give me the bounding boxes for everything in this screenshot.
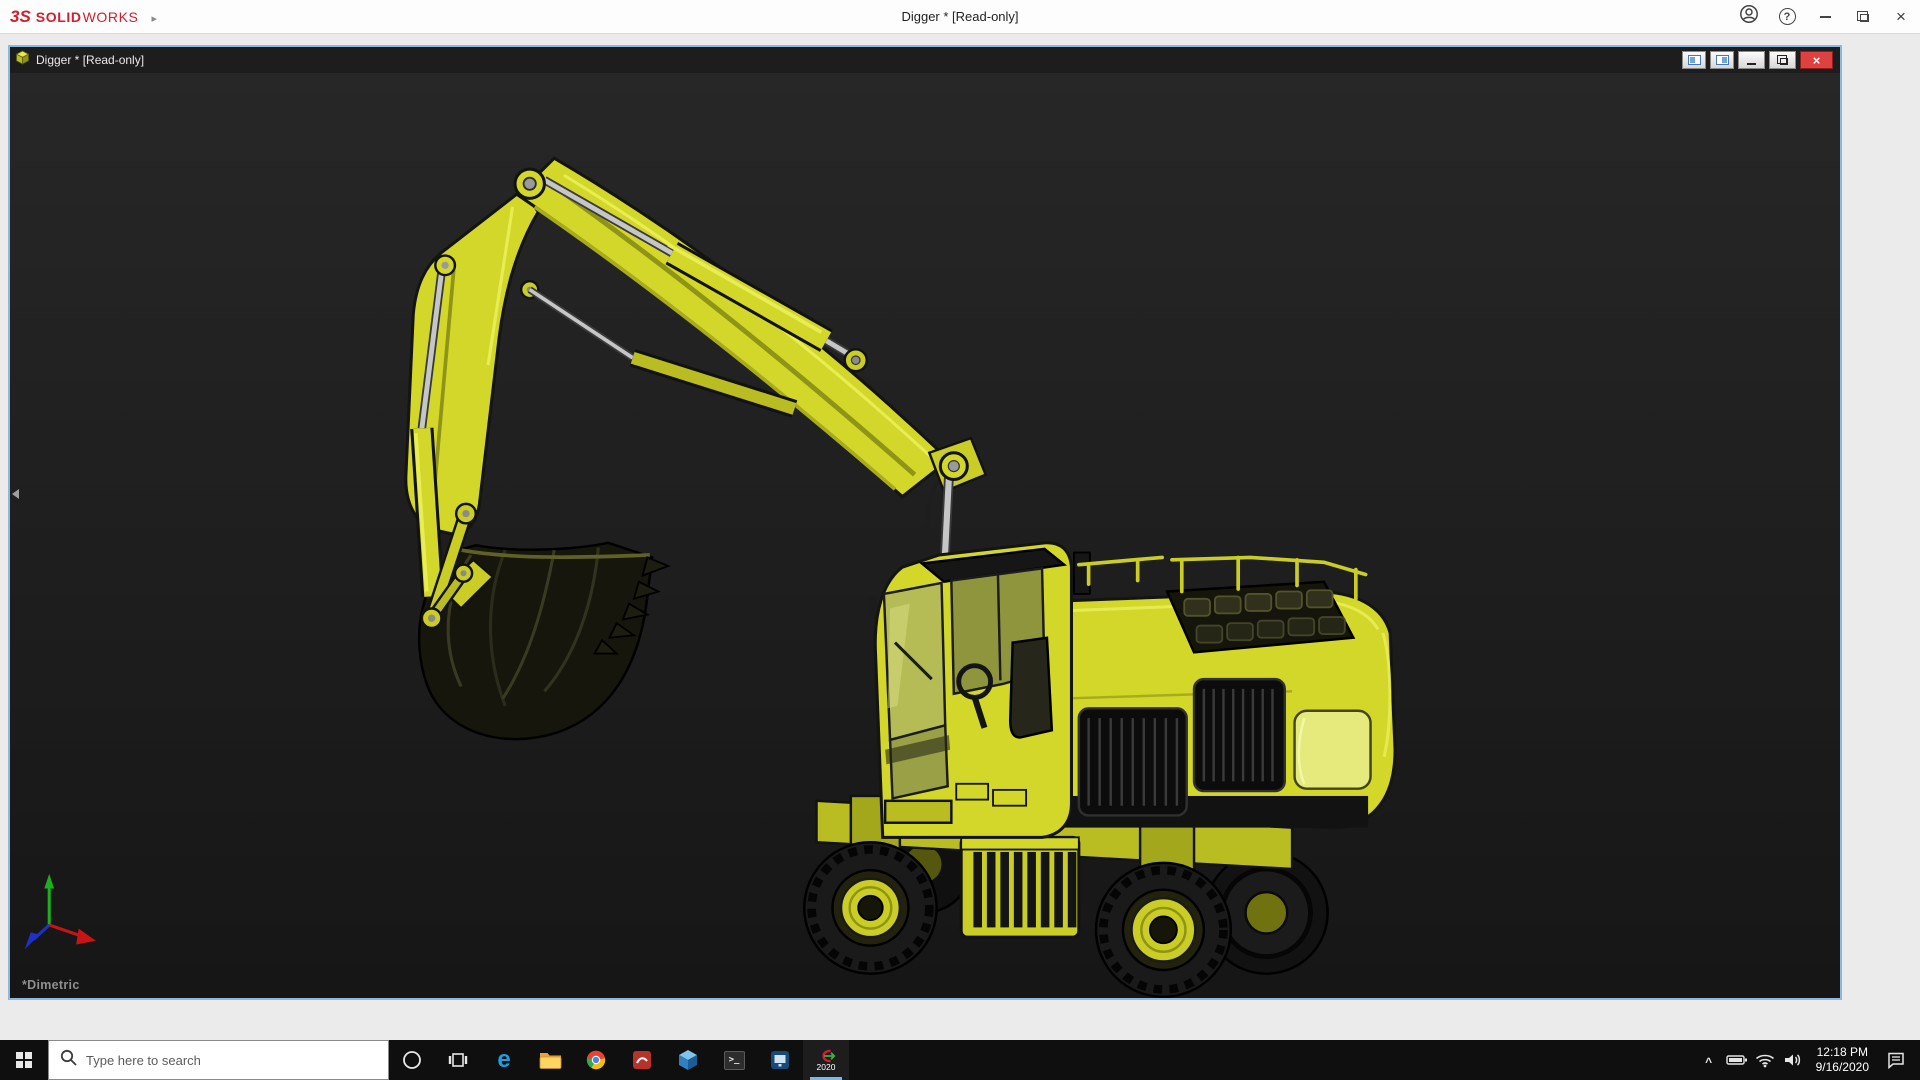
tile-window-left-button[interactable] [1682,51,1706,69]
3d-scene[interactable] [10,73,1840,998]
taskbar-app-solidworks-2020[interactable]: 2020 [803,1040,849,1080]
taskbar-app-cube[interactable] [665,1040,711,1080]
restore-icon [1860,14,1869,22]
tray-expand-button[interactable]: ^ [1695,1040,1723,1080]
user-account-icon [1739,4,1759,29]
stick-top-pin [441,262,448,269]
clock-date: 9/16/2020 [1816,1060,1869,1075]
clock-time: 12:18 PM [1816,1045,1869,1060]
cortana-icon [402,1050,422,1070]
action-center-button[interactable] [1878,1040,1914,1080]
taskbar-app-blue[interactable] [757,1040,803,1080]
chevron-up-icon: ^ [1705,1055,1712,1069]
taskbar-app-terminal[interactable]: >_ [711,1040,757,1080]
task-view-icon [448,1052,468,1068]
document-restore-button[interactable] [1769,51,1796,69]
taskbar-app-file-explorer[interactable] [527,1040,573,1080]
battery-status[interactable] [1723,1040,1751,1080]
document-close-button[interactable]: × [1800,51,1833,69]
blue-app-icon [769,1049,791,1071]
solidworks-2020-icon: 2020 [816,1049,836,1072]
side-grille-right [1194,679,1285,791]
minimize-icon [1747,63,1756,65]
solidworks-logo: 3S SOLID WORKS ▸ [0,7,157,27]
app-titlebar: 3S SOLID WORKS ▸ Digger * [Read-only] ? … [0,0,1920,34]
help-icon: ? [1779,8,1796,25]
search-input[interactable] [86,1053,377,1068]
cab [868,543,1071,838]
taskbar-app-chrome[interactable] [573,1040,619,1080]
help-button[interactable]: ? [1768,0,1806,33]
app-restore-button[interactable] [1844,0,1882,33]
assembly-document-icon [15,50,30,70]
tile-right-icon [1716,55,1729,65]
document-title: Digger * [Read-only] [36,53,144,67]
app-minimize-button[interactable] [1806,0,1844,33]
document-window-controls: × [1682,51,1835,69]
app-title: Digger * [Read-only] [0,9,1920,24]
windows-taskbar: e >_ 2020 [0,1040,1920,1080]
document-minimize-button[interactable] [1738,51,1765,69]
rear-panel [1295,711,1371,789]
windows-logo-icon [16,1052,32,1068]
file-explorer-icon [538,1049,562,1071]
volume-status[interactable] [1779,1040,1807,1080]
app-client-area: Digger * [Read-only] × [0,34,1920,1040]
featuremanager-expand-arrow-icon[interactable] [12,489,19,499]
app-close-button[interactable]: × [1882,0,1920,33]
cube-icon [677,1048,699,1072]
taskbar-search[interactable] [48,1040,389,1080]
tile-window-right-button[interactable] [1710,51,1734,69]
terminal-icon: >_ [724,1051,745,1070]
brand-solid: SOLID [36,9,82,25]
account-button[interactable] [1730,0,1768,33]
menu-flyout-arrow-icon[interactable]: ▸ [151,12,157,25]
restore-icon [1780,58,1788,65]
rear-near-wheel [1096,863,1231,997]
front-near-wheel [804,842,936,973]
boom-apex-pin [524,178,536,190]
view-orientation-label: *Dimetric [22,978,80,992]
document-window: Digger * [Read-only] × [8,45,1842,1000]
taskbar-app-red[interactable] [619,1040,665,1080]
taskbar-app-edge[interactable]: e [481,1040,527,1080]
minimize-icon [1820,16,1831,18]
start-button[interactable] [0,1040,48,1080]
network-status[interactable] [1751,1040,1779,1080]
chrome-icon [585,1049,607,1071]
red-app-icon [631,1049,653,1071]
task-view-button[interactable] [435,1040,481,1080]
brand-works: WORKS [83,9,139,25]
solidworks-app-window: 3S SOLID WORKS ▸ Digger * [Read-only] ? … [0,0,1920,1080]
close-icon: × [1896,8,1906,25]
3ds-logo-mark: 3S [10,7,31,27]
app-window-controls: ? × [1730,0,1920,33]
seat [1010,638,1052,738]
speaker-icon [1783,1052,1803,1068]
cortana-button[interactable] [389,1040,435,1080]
search-icon [60,1049,77,1071]
action-center-icon [1887,1051,1905,1069]
edge-icon: e [497,1048,510,1072]
graphics-viewport[interactable]: *Dimetric [10,73,1840,998]
tile-left-icon [1688,55,1701,65]
taskbar-clock[interactable]: 12:18 PM 9/16/2020 [1807,1045,1878,1075]
system-tray: ^ 12:18 PM 9/16/2020 [1695,1040,1920,1080]
document-titlebar[interactable]: Digger * [Read-only] × [10,47,1840,73]
mirror [868,596,877,614]
side-grille-left [1079,708,1187,815]
battery-icon [1726,1053,1748,1067]
wifi-icon [1755,1053,1775,1068]
